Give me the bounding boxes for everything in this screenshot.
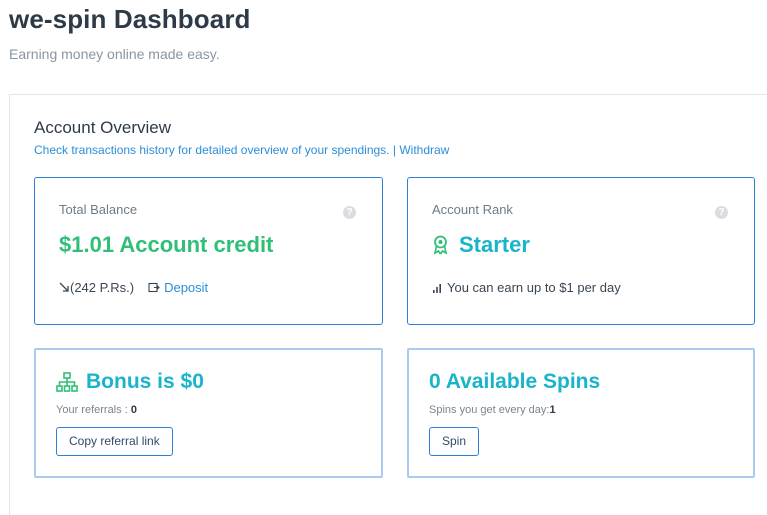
account-rank-card: Account Rank ? Starter You can earn up t… (407, 177, 755, 325)
transactions-history-link[interactable]: Check transactions history for detailed … (34, 143, 390, 157)
rank-meta: You can earn up to $1 per day (432, 280, 621, 295)
withdraw-link[interactable]: Withdraw (399, 143, 449, 157)
referrals-info: Your referrals : 0 (56, 404, 137, 416)
deposit-icon (148, 282, 160, 293)
rank-title: Starter (432, 232, 530, 258)
bonus-card: Bonus is $0 Your referrals : 0 Copy refe… (34, 348, 383, 478)
help-icon[interactable]: ? (715, 206, 728, 219)
bonus-value: Bonus is $0 (86, 370, 204, 393)
link-separator: | (392, 143, 396, 157)
bonus-title: Bonus is $0 (56, 370, 204, 394)
deposit-label: Deposit (164, 280, 209, 295)
spins-per-day-count: 1 (549, 404, 556, 416)
spin-button[interactable]: Spin (429, 427, 480, 456)
spins-card: 0 Available Spins Spins you get every da… (407, 348, 755, 478)
balance-value: $1.01 (59, 232, 115, 257)
pr-value: (242 P.Rs.) (70, 280, 135, 295)
total-balance-card: Total Balance ? $1.01 Account credit (24… (34, 177, 383, 325)
overview-links: Check transactions history for detailed … (34, 143, 449, 157)
help-icon[interactable]: ? (343, 206, 356, 219)
total-balance-label: Total Balance (59, 202, 138, 217)
available-spins-title: 0 Available Spins (429, 370, 601, 393)
spins-per-day-info: Spins you get every day:1 (429, 404, 556, 416)
signal-bars-icon (433, 283, 441, 293)
balance-meta: (242 P.Rs.) Deposit (59, 280, 208, 295)
rank-name: Starter (459, 232, 530, 257)
trend-down-icon (59, 282, 69, 292)
referrals-label: Your referrals : (56, 404, 128, 416)
spins-per-day-label: Spins you get every day: (429, 404, 550, 416)
account-rank-label: Account Rank (432, 202, 513, 217)
earn-text: You can earn up to $1 per day (447, 280, 621, 295)
award-ribbon-icon (433, 235, 448, 255)
deposit-link[interactable]: Deposit (148, 280, 208, 295)
sitemap-icon (56, 372, 78, 392)
copy-referral-link-button[interactable]: Copy referral link (56, 427, 173, 456)
balance-suffix: Account credit (119, 232, 274, 257)
page-title: we-spin Dashboard (9, 4, 251, 34)
page-subtitle: Earning money online made easy. (9, 46, 220, 62)
account-overview-title: Account Overview (34, 118, 171, 137)
balance-amount: $1.01 Account credit (59, 232, 273, 258)
referrals-count: 0 (130, 404, 137, 416)
